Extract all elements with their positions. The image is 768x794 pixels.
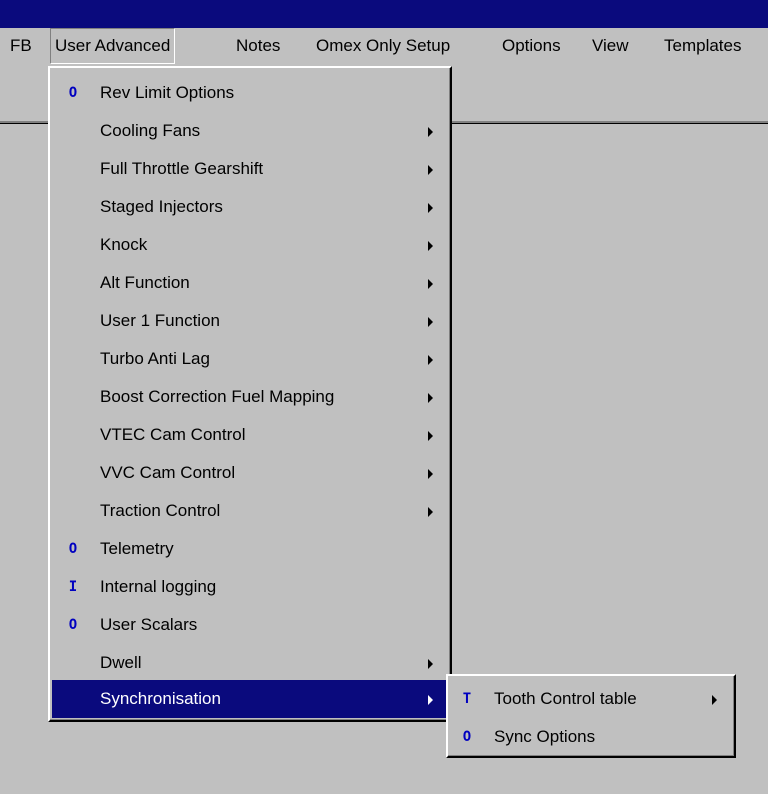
synchronisation-submenu: T Tooth Control table O Sync Options [446,674,736,758]
menu-item-full-throttle-gearshift[interactable]: Full Throttle Gearshift [52,150,447,188]
menu-view-label: View [592,36,629,55]
menu-item-vtec-cam-control[interactable]: VTEC Cam Control [52,416,447,454]
menu-options[interactable]: Options [498,28,565,64]
submenu-arrow-icon [428,203,433,213]
submenu-arrow-icon [428,241,433,251]
menu-item-label: Synchronisation [100,689,221,708]
submenu-arrow-icon [428,695,433,705]
menu-notes-label: Notes [236,36,281,55]
menu-user-advanced[interactable]: User Advanced [50,28,176,64]
menu-item-user-1-function[interactable]: User 1 Function [52,302,447,340]
menu-item-label: Knock [100,235,148,254]
menu-item-synchronisation[interactable]: Synchronisation [52,680,447,718]
submenu-arrow-icon [428,659,433,669]
internal-badge-icon: I [68,579,78,595]
menu-item-sync-options[interactable]: O Sync Options [450,718,731,756]
menu-item-label: Traction Control [100,501,221,520]
menu-omex-only-setup[interactable]: Omex Only Setup [312,28,454,64]
menu-item-label: Internal logging [100,577,217,596]
menu-notes[interactable]: Notes [232,28,284,64]
menu-fb-label: FB [10,36,32,55]
menu-omex-only-setup-label: Omex Only Setup [316,36,451,55]
menu-item-cooling-fans[interactable]: Cooling Fans [52,112,447,150]
menu-item-label: Tooth Control table [494,689,637,708]
menu-options-label: Options [502,36,561,55]
menu-item-label: Staged Injectors [100,197,223,216]
menu-item-user-scalars[interactable]: O User Scalars [52,606,447,644]
menu-item-label: Boost Correction Fuel Mapping [100,387,335,406]
menu-item-label: Alt Function [100,273,190,292]
option-badge-icon: O [68,85,78,101]
table-badge-icon: T [462,691,472,707]
option-badge-icon: O [462,729,472,745]
menu-item-label: Sync Options [494,727,596,746]
option-badge-icon: O [68,541,78,557]
menu-item-label: VTEC Cam Control [100,425,246,444]
menu-item-internal-logging[interactable]: I Internal logging [52,568,447,606]
menu-templates[interactable]: Templates [660,28,745,64]
menu-item-knock[interactable]: Knock [52,226,447,264]
submenu-arrow-icon [428,127,433,137]
submenu-arrow-icon [428,507,433,517]
menu-item-label: Rev Limit Options [100,83,235,102]
menu-item-turbo-anti-lag[interactable]: Turbo Anti Lag [52,340,447,378]
menu-fb[interactable]: FB [6,28,36,64]
option-badge-icon: O [68,617,78,633]
menu-item-vvc-cam-control[interactable]: VVC Cam Control [52,454,447,492]
menu-user-advanced-label: User Advanced [55,36,171,55]
menu-item-label: VVC Cam Control [100,463,236,482]
menu-item-label: Cooling Fans [100,121,201,140]
menu-item-rev-limit-options[interactable]: O Rev Limit Options [52,74,447,112]
menu-bar: FB User Advanced Notes Omex Only Setup O… [0,28,768,64]
submenu-arrow-icon [428,279,433,289]
menu-item-label: Dwell [100,653,142,672]
submenu-arrow-icon [428,317,433,327]
submenu-arrow-icon [428,393,433,403]
submenu-arrow-icon [428,431,433,441]
menu-item-label: Turbo Anti Lag [100,349,210,368]
menu-item-alt-function[interactable]: Alt Function [52,264,447,302]
menu-view[interactable]: View [588,28,633,64]
menu-item-tooth-control-table[interactable]: T Tooth Control table [450,680,731,718]
submenu-arrow-icon [428,165,433,175]
menu-item-boost-correction-fuel-mapping[interactable]: Boost Correction Fuel Mapping [52,378,447,416]
window-title-bar [0,0,768,28]
menu-item-label: User Scalars [100,615,198,634]
submenu-arrow-icon [428,469,433,479]
menu-item-label: Telemetry [100,539,174,558]
menu-item-dwell[interactable]: Dwell [52,644,447,682]
menu-item-label: User 1 Function [100,311,220,330]
menu-templates-label: Templates [664,36,742,55]
submenu-arrow-icon [428,355,433,365]
menu-item-staged-injectors[interactable]: Staged Injectors [52,188,447,226]
submenu-arrow-icon [712,695,717,705]
menu-item-traction-control[interactable]: Traction Control [52,492,447,530]
user-advanced-dropdown: O Rev Limit Options Cooling Fans Full Th… [48,66,452,722]
menu-item-label: Full Throttle Gearshift [100,159,264,178]
menu-item-telemetry[interactable]: O Telemetry [52,530,447,568]
